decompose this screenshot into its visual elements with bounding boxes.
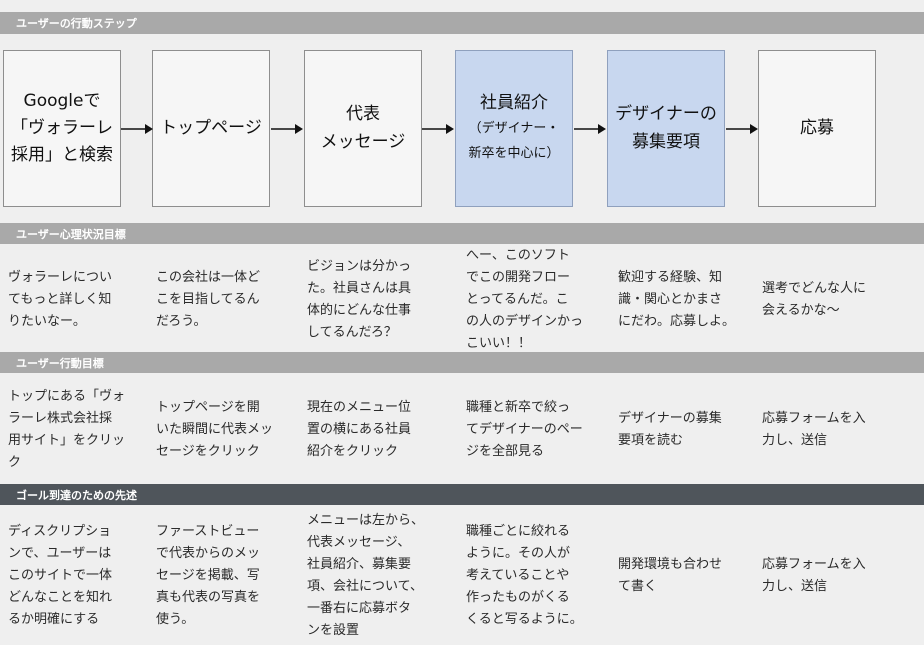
action-text: 職種と新卒で絞っ てデザイナーのペー ジを全部見る [466, 400, 583, 459]
action-cell: 職種と新卒で絞っ てデザイナーのペー ジを全部見る [466, 380, 606, 480]
action-text: 現在のメニュー位 置の横にある社員 紹介をクリック [307, 400, 412, 459]
action-cell: 現在のメニュー位 置の横にある社員 紹介をクリック [307, 380, 447, 480]
mind-text: 選考でどんな人に 会えるかな〜 [762, 281, 867, 318]
action-band-title: ユーザー行動目標 [16, 356, 104, 370]
step-box-members: 社員紹介 （デザイナー・ 新卒を中心に） [455, 50, 573, 207]
action-text: デザイナーの募集 要項を読む [618, 411, 722, 448]
action-cell: デザイナーの募集 要項を読む [618, 380, 758, 480]
mind-text: 歓迎する経験、知 識・関心とかまさ にだわ。応募しよ。 [618, 270, 736, 329]
measure-cell: ファーストビュー で代表からのメッ セージを掲載、写 真も代表の写真を 使う。 [156, 511, 296, 641]
step-label: トップページ [160, 117, 262, 138]
arrow-right-icon [121, 124, 153, 134]
measure-cell: メニューは左から、 代表メッセージ、 社員紹介、募集要 項、会社について、 一番… [307, 511, 447, 641]
mind-cell: 歓迎する経験、知 識・関心とかまさ にだわ。応募しよ。 [618, 250, 758, 350]
measure-cell: ディスクリプショ ンで、ユーザーは このサイトで一体 どんなことを知れ るか明確… [8, 511, 148, 641]
step-label: 募集要項 [632, 131, 700, 152]
step-label: Googleで [23, 90, 101, 111]
measure-text: 応募フォームを入 力し、送信 [762, 557, 866, 594]
mind-band-title: ユーザー心理状況目標 [16, 227, 126, 241]
step-box-message: 代表 メッセージ [304, 50, 422, 207]
measure-text: ディスクリプショ ンで、ユーザーは このサイトで一体 どんなことを知れ るか明確… [8, 524, 113, 627]
action-text: トップページを開 いた瞬間に代表メッ セージをクリック [156, 400, 274, 459]
mind-cell: ビジョンは分かっ た。社員さんは具 体的にどんな仕事 してるんだろ？ [307, 250, 447, 350]
measure-cell: 職種ごとに絞れる ように。その人が 考えていることや 作ったものがくる くると写… [466, 511, 606, 641]
action-cell: トップにある「ヴォ ラーレ株式会社採 用サイト」をクリッ ク [8, 380, 148, 480]
step-label: 代表 [346, 104, 380, 125]
arrow-right-icon [574, 124, 606, 134]
measure-text: 開発環境も合わせ て書く [618, 557, 723, 594]
measure-text: ファーストビュー で代表からのメッ セージを掲載、写 真も代表の写真を 使う。 [156, 524, 261, 627]
action-cell: 応募フォームを入 力し、送信 [762, 380, 902, 480]
mind-band: ユーザー心理状況目標 [0, 223, 924, 244]
measure-cell: 応募フォームを入 力し、送信 [762, 511, 902, 641]
mind-text: ヴォラーレについ てもっと詳しく知 りたいなー。 [8, 270, 113, 329]
measure-text: 職種ごとに絞れる ように。その人が 考えていることや 作ったものがくる くると写… [466, 524, 583, 627]
action-cell: トップページを開 いた瞬間に代表メッ セージをクリック [156, 380, 296, 480]
mind-text: この会社は一体ど こを目指してるん だろう。 [156, 270, 261, 329]
measure-text: メニューは左から、 代表メッセージ、 社員紹介、募集要 項、会社について、 一番… [307, 513, 425, 638]
action-band: ユーザー行動目標 [0, 352, 924, 373]
action-text: トップにある「ヴォ ラーレ株式会社採 用サイト」をクリッ ク [8, 389, 126, 470]
mind-cell: この会社は一体ど こを目指してるん だろう。 [156, 250, 296, 350]
step-label: 応募 [800, 117, 834, 138]
step-box-requirements: デザイナーの 募集要項 [607, 50, 725, 207]
arrow-right-icon [271, 124, 303, 134]
action-text: 応募フォームを入 力し、送信 [762, 411, 866, 448]
step-label: 「ヴォラーレ [11, 117, 113, 138]
mind-cell: へー、このソフト でこの開発フロー とってるんだ。こ の人のデザインかっ こいい… [466, 248, 606, 351]
arrow-right-icon [726, 124, 758, 134]
step-box-search: Googleで 「ヴォラーレ 採用」と検索 [3, 50, 121, 207]
mind-cell: ヴォラーレについ てもっと詳しく知 りたいなー。 [8, 250, 148, 350]
steps-band-title: ユーザーの行動ステップ [16, 17, 137, 30]
measures-band-title: ゴール到達のための先述 [16, 488, 137, 502]
steps-band: ユーザーの行動ステップ [0, 12, 924, 34]
step-box-apply: 応募 [758, 50, 876, 207]
mind-text: へー、このソフト でこの開発フロー とってるんだ。こ の人のデザインかっ こいい… [466, 248, 584, 351]
step-label: 社員紹介 [480, 93, 548, 114]
step-box-top-page: トップページ [152, 50, 270, 207]
step-label: 採用」と検索 [11, 145, 113, 166]
step-label: デザイナーの [615, 104, 717, 125]
step-label: メッセージ [320, 131, 406, 152]
mind-cell: 選考でどんな人に 会えるかな〜 [762, 250, 902, 350]
step-sublabel: （デザイナー・ [468, 121, 560, 137]
mind-text: ビジョンは分かっ た。社員さんは具 体的にどんな仕事 してるんだろ？ [307, 259, 412, 340]
measure-cell: 開発環境も合わせ て書く [618, 511, 758, 641]
arrow-right-icon [422, 124, 454, 134]
step-sublabel: 新卒を中心に） [468, 146, 560, 162]
measures-band: ゴール到達のための先述 [0, 484, 924, 505]
